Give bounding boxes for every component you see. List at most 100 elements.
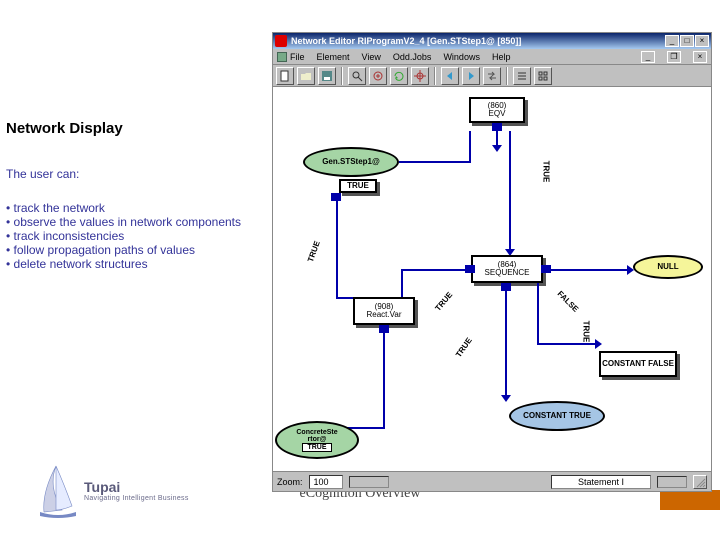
magnify-icon[interactable] (369, 67, 387, 85)
node-const-false-label: CONSTANT FALSE (602, 360, 674, 368)
menu-bar: File Element View Odd.Jobs Windows Help … (273, 49, 711, 65)
edge-label-true: TRUE (433, 290, 454, 312)
list-icon[interactable] (513, 67, 531, 85)
status-statement: Statement I (551, 475, 651, 489)
sail-icon (40, 462, 76, 518)
swap-icon[interactable] (483, 67, 501, 85)
status-scrollbar[interactable] (657, 476, 687, 488)
bullet-item: • track inconsistencies (6, 229, 266, 243)
network-editor-window: Network Editor RIProgramV2_4 [Gen.STStep… (272, 32, 712, 492)
brand-tagline: Navigating Intelligent Business (84, 495, 189, 502)
node-eqv[interactable]: (860) EQV (469, 97, 525, 123)
port[interactable] (541, 265, 551, 273)
maximize-button[interactable]: □ (680, 35, 694, 47)
edge (399, 161, 469, 163)
arrow-head-icon (627, 265, 634, 275)
edge-label-true: TRUE (306, 240, 322, 264)
edge (383, 333, 385, 427)
edge (505, 291, 507, 397)
doc-icon[interactable] (276, 67, 294, 85)
bullet-list: • track the network • observe the values… (6, 201, 266, 271)
node-reactvar[interactable]: (908) React.Var (353, 297, 415, 325)
zoom-field[interactable]: 100 (309, 475, 343, 489)
menu-file-icon (277, 52, 287, 62)
node-sequence-label: SEQUENCE (485, 269, 530, 277)
open-icon[interactable] (297, 67, 315, 85)
edge (509, 131, 511, 251)
menu-windows-label: Windows (443, 52, 480, 62)
edge (401, 269, 465, 271)
menu-file[interactable]: File (277, 52, 305, 62)
edge-label-false: FALSE (556, 289, 581, 314)
title-bar[interactable]: Network Editor RIProgramV2_4 [Gen.STStep… (273, 33, 711, 49)
close-button[interactable]: × (695, 35, 709, 47)
accent-bar (660, 490, 720, 510)
app-icon (275, 35, 287, 47)
save-icon[interactable] (318, 67, 336, 85)
node-concrete[interactable]: ConcreteSte rtor@ TRUE (275, 421, 359, 459)
network-canvas[interactable]: (860) EQV Gen.STStep1@ TRUE TRUE (273, 87, 711, 471)
node-genst-true[interactable]: TRUE (339, 179, 377, 193)
zoom-label: Zoom: (277, 477, 303, 487)
edge-label-true: TRUE (541, 161, 550, 183)
arrow-head-icon (492, 145, 502, 152)
refresh-icon[interactable] (390, 67, 408, 85)
bullet-item: • delete network structures (6, 257, 266, 271)
node-genst-true-label: TRUE (347, 182, 369, 190)
port[interactable] (465, 265, 475, 273)
status-bar: Zoom: 100 Statement I (273, 471, 711, 491)
grid-icon[interactable] (534, 67, 552, 85)
edge-label-true: TRUE (581, 321, 590, 343)
scroll-left-icon[interactable] (441, 67, 459, 85)
node-reactvar-label: React.Var (367, 311, 402, 319)
resize-grip-icon[interactable] (693, 475, 707, 489)
menu-help[interactable]: Help (492, 52, 511, 62)
edge (537, 343, 597, 345)
window-title: Network Editor RIProgramV2_4 [Gen.STStep… (291, 36, 665, 46)
port[interactable] (331, 193, 341, 201)
node-const-false[interactable]: CONSTANT FALSE (599, 351, 677, 377)
scroll-right-icon[interactable] (462, 67, 480, 85)
crosshair-icon[interactable] (411, 67, 429, 85)
menu-element[interactable]: Element (317, 52, 350, 62)
toolbar (273, 65, 711, 87)
port[interactable] (501, 283, 511, 291)
bullet-item: • observe the values in network componen… (6, 215, 266, 229)
search-icon[interactable] (348, 67, 366, 85)
port[interactable] (492, 123, 502, 131)
menu-element-label: Element (317, 52, 350, 62)
zoom-scrollbar[interactable] (349, 476, 389, 488)
node-concrete-l3: TRUE (302, 443, 331, 452)
slide-title: Network Display (6, 120, 266, 137)
menu-oddjobs[interactable]: Odd.Jobs (393, 52, 432, 62)
node-genst[interactable]: Gen.STStep1@ (303, 147, 399, 177)
menu-view[interactable]: View (362, 52, 381, 62)
mdi-minimize-button[interactable]: _ (641, 51, 655, 63)
node-concrete-l2: rtor@ (308, 436, 327, 443)
menu-file-label: File (290, 52, 305, 62)
node-concrete-l1: ConcreteSte (296, 429, 337, 436)
node-const-true[interactable]: CONSTANT TRUE (509, 401, 605, 431)
arrow-head-icon (595, 339, 602, 349)
minimize-button[interactable]: _ (665, 35, 679, 47)
intro-text: The user can: (6, 167, 266, 181)
edge (551, 269, 629, 271)
edge (537, 283, 539, 343)
node-eqv-label: EQV (489, 110, 506, 118)
edge-label-true: TRUE (454, 336, 474, 359)
brand-logo: Tupai Navigating Intelligent Business (40, 462, 189, 518)
menu-help-label: Help (492, 52, 511, 62)
node-const-true-label: CONSTANT TRUE (523, 412, 591, 420)
bullet-item: • follow propagation paths of values (6, 243, 266, 257)
edge (336, 201, 338, 297)
port[interactable] (379, 325, 389, 333)
arrow-head-icon (501, 395, 511, 402)
node-sequence[interactable]: (864) SEQUENCE (471, 255, 543, 283)
brand-name: Tupai (84, 479, 189, 495)
mdi-close-button[interactable]: × (693, 51, 707, 63)
mdi-restore-button[interactable]: ❐ (667, 51, 681, 63)
node-null[interactable]: NULL (633, 255, 703, 279)
bullet-item: • track the network (6, 201, 266, 215)
menu-oddjobs-label: Odd.Jobs (393, 52, 432, 62)
menu-windows[interactable]: Windows (443, 52, 480, 62)
